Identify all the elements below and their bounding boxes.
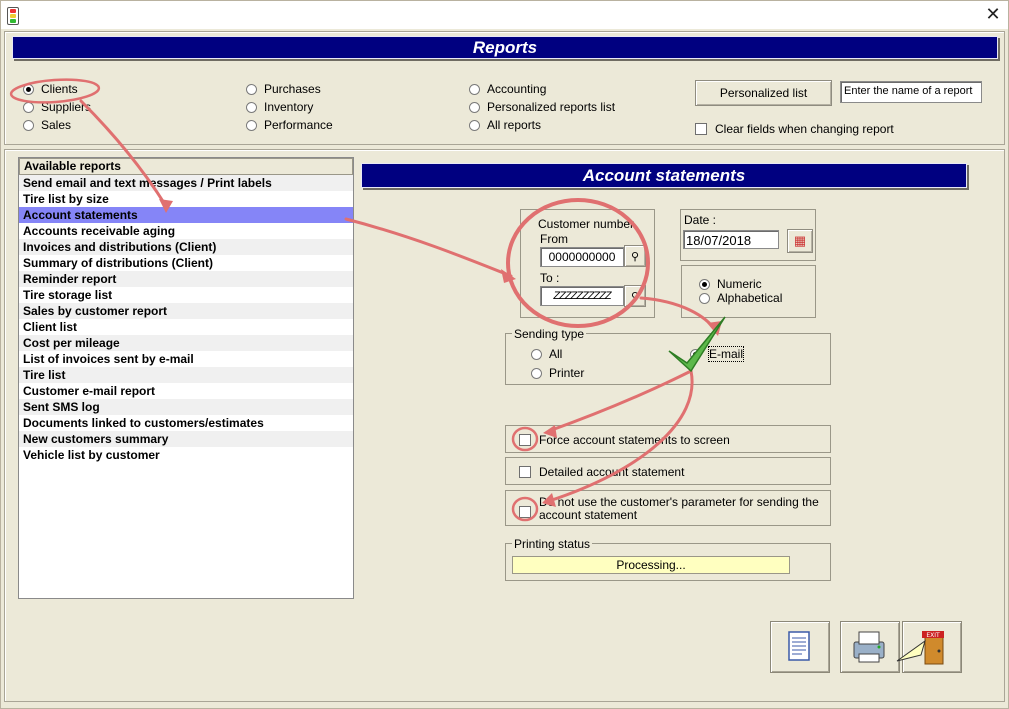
report-window: ✕ Reports Clients Suppliers Sales Purcha… bbox=[0, 0, 1009, 709]
annotation-overlay bbox=[9, 78, 926, 662]
annotation-circles bbox=[9, 78, 650, 522]
annotation-arrows bbox=[79, 99, 718, 503]
pointer-arrow-icon bbox=[896, 639, 926, 662]
